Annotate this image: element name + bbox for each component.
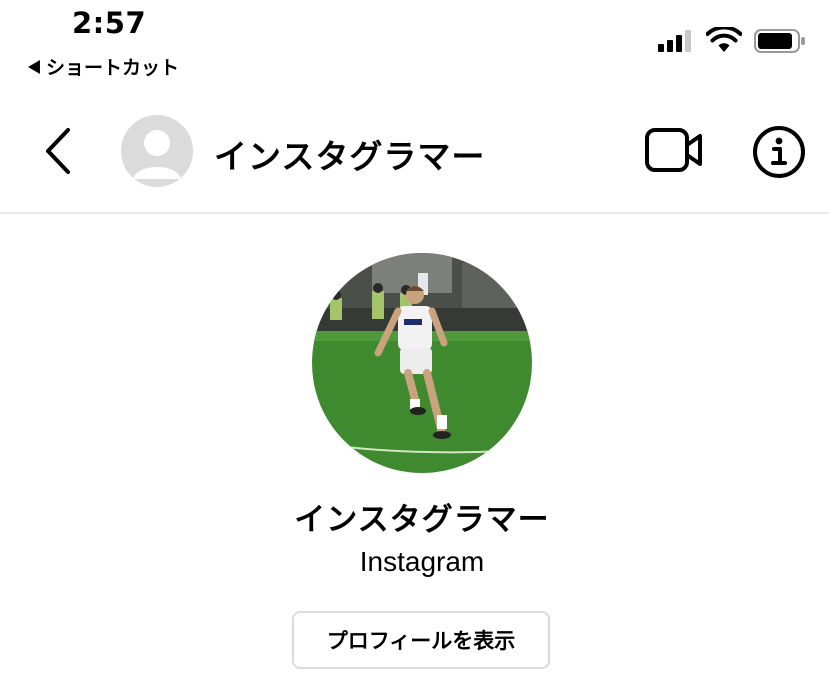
video-camera-icon[interactable] [640,124,706,176]
soccer-player-photo [312,253,532,473]
profile-subtitle: Instagram [359,546,485,577]
cellular-signal-icon [658,28,698,52]
chevron-left-icon[interactable] [38,126,78,176]
battery-icon [754,29,805,53]
header-username[interactable]: インスタグラマー [214,130,485,178]
wifi-icon [706,27,742,52]
header-avatar[interactable] [121,115,193,187]
profile-name: インスタグラマー [294,502,550,538]
view-profile-button[interactable]: プロフィールを表示 [292,611,550,669]
back-triangle-icon [28,59,40,74]
info-icon[interactable] [751,124,807,180]
avatar-placeholder-icon [121,115,193,187]
back-to-app-label: ショートカット [46,57,180,79]
conversation-header: インスタグラマー [0,100,829,214]
profile-photo[interactable] [312,253,532,473]
back-to-app-link[interactable]: ショートカット [28,53,179,80]
status-time: 2:57 [72,6,147,40]
